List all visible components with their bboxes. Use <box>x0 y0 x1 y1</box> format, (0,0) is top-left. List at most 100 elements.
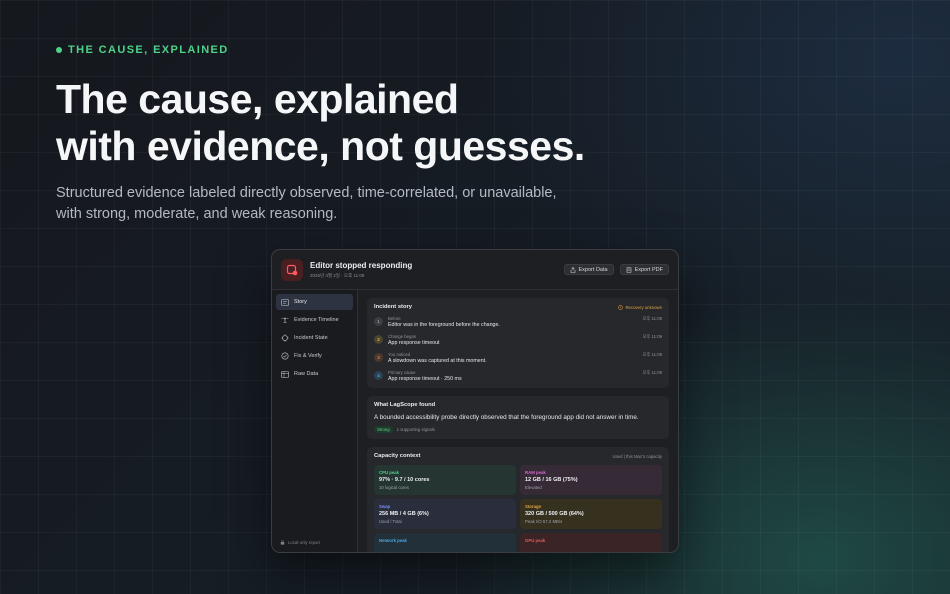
capacity-label: CPU peak <box>379 470 400 475</box>
sidebar-item-label: Fix & Verify <box>294 353 322 359</box>
capacity-label: RAM peak <box>525 470 546 475</box>
warning-icon <box>618 304 624 310</box>
story-row: 4 Primary cause App response timeout · 250… <box>374 370 662 382</box>
capacity-cell: Swap 256 MB / 4 GB (6%) Used / Total <box>374 499 516 529</box>
capacity-note: Used | this Mac's capacity <box>612 453 662 459</box>
subheadline-line-1: Structured evidence labeled directly obs… <box>56 185 557 201</box>
story-time: 오후 11:09 <box>642 352 662 357</box>
headline-line-2: with evidence, not guesses. <box>56 123 585 169</box>
story-stage: Before <box>388 316 401 321</box>
story-icon <box>281 298 289 306</box>
story-stage: You noticed <box>388 352 411 357</box>
sidebar-item-evidence-timeline[interactable]: Evidence Timeline <box>276 312 353 328</box>
findings-title: What LagScope found <box>374 402 436 408</box>
local-only-label: Local-only report <box>288 540 321 545</box>
step-number: 3 <box>374 353 383 362</box>
incident-story-title: Incident story <box>374 304 413 310</box>
sidebar-item-label: Story <box>294 299 307 305</box>
export-data-button[interactable]: Export Data <box>563 264 614 275</box>
story-list: 1 Before Editor was in the foreground befo… <box>374 316 662 382</box>
subheadline-line-2: with strong, moderate, and weak reasonin… <box>56 206 338 222</box>
sidebar-item-fix-verify[interactable]: Fix & Verify <box>276 348 353 364</box>
story-text: You noticed A slowdown was captured at th… <box>388 352 642 364</box>
story-time: 오후 11:09 <box>642 334 662 339</box>
headline-line-1: The cause, explained <box>56 76 459 122</box>
capacity-value: 97% · 9.7 / 10 cores <box>379 477 430 483</box>
sidebar-item-label: Evidence Timeline <box>294 317 339 323</box>
check-icon <box>281 352 289 360</box>
recovery-status: Recovery unknown <box>618 305 662 310</box>
strength-badge: Strong <box>374 426 393 433</box>
capacity-sub: Peak I/O 57.2 MB/s <box>525 519 563 524</box>
sidebar-item-incident-state[interactable]: Incident State <box>276 330 353 346</box>
eyebrow: THE CAUSE, EXPLAINED <box>56 44 229 56</box>
window-title: Editor stopped responding <box>310 260 413 270</box>
capacity-label: Network peak <box>379 538 407 543</box>
incident-story-card: Incident story Recovery unknown 1 Before E… <box>367 298 669 388</box>
story-message: Editor was in the foreground before the … <box>388 322 500 328</box>
story-row: 2 Change began App response timeout 오후 11:0… <box>374 334 662 346</box>
capacity-cell: CPU peak 97% · 9.7 / 10 cores 10 logical c… <box>374 465 516 495</box>
capacity-sub: Used / Total <box>379 519 402 524</box>
story-message: App response timeout · 250 ms <box>388 376 462 382</box>
eyebrow-label: THE CAUSE, EXPLAINED <box>68 44 229 56</box>
story-row: 3 You noticed A slowdown was captured at t… <box>374 352 662 364</box>
main-content: Incident story Recovery unknown 1 Before E… <box>358 290 678 552</box>
sidebar-item-story[interactable]: Story <box>276 294 353 310</box>
sidebar-item-label: Incident State <box>294 335 328 341</box>
state-icon <box>281 334 289 342</box>
capacity-sub: 10 logical cores <box>379 485 409 490</box>
story-row: 1 Before Editor was in the foreground befo… <box>374 316 662 328</box>
subheadline: Structured evidence labeled directly obs… <box>56 183 616 225</box>
app-window: Editor stopped responding 2026년 3월 2일 · … <box>271 249 679 553</box>
share-icon <box>570 266 575 273</box>
story-message: App response timeout <box>388 340 440 346</box>
capacity-cell: RAM peak 12 GB / 16 GB (75%) Elevated <box>520 465 662 495</box>
alert-app-icon <box>286 264 298 275</box>
story-time: 오후 11:09 <box>642 316 662 321</box>
story-text: Before Editor was in the foreground befor… <box>388 316 642 328</box>
signal-count: 1 supporting signals <box>396 427 435 432</box>
lock-icon <box>280 540 285 545</box>
recovery-status-label: Recovery unknown <box>625 304 662 310</box>
capacity-label: GPU peak <box>525 538 546 543</box>
window-date: 2026년 3월 2일 · 오후 11:09 <box>310 272 365 278</box>
story-stage: Change began <box>388 334 417 339</box>
findings-card: What LagScope found A bounded accessibil… <box>367 396 669 439</box>
story-text: Change began App response timeout <box>388 334 642 346</box>
capacity-card: Capacity context Used | this Mac's capac… <box>367 447 669 552</box>
window-title-block: Editor stopped responding 2026년 3월 2일 · … <box>310 261 558 279</box>
story-time: 오후 11:09 <box>642 370 662 375</box>
step-number: 4 <box>374 371 383 380</box>
sidebar-item-raw-data[interactable]: Raw Data <box>276 366 353 382</box>
document-icon <box>626 266 631 273</box>
export-pdf-label: Export PDF <box>634 266 663 273</box>
capacity-cell: Network peak <box>374 533 516 552</box>
window-body: Story Evidence Timeline Incident State F… <box>272 290 678 552</box>
capacity-title: Capacity context <box>374 453 421 459</box>
story-text: Primary cause App response timeout · 250 … <box>388 370 642 382</box>
capacity-cell: GPU peak <box>520 533 662 552</box>
window-header: Editor stopped responding 2026년 3월 2일 · … <box>272 250 678 290</box>
capacity-label: Storage <box>525 504 541 509</box>
status-dot <box>56 47 62 53</box>
story-stage: Primary cause <box>388 370 416 375</box>
capacity-sub: Elevated <box>525 485 542 490</box>
capacity-cell: Storage 320 GB / 500 GB (64%) Peak I/O 57.… <box>520 499 662 529</box>
table-icon <box>281 370 289 378</box>
export-data-label: Export Data <box>578 266 608 273</box>
headline: The cause, explained with evidence, not … <box>56 76 585 170</box>
capacity-value: 320 GB / 500 GB (64%) <box>525 511 584 517</box>
capacity-value: 256 MB / 4 GB (6%) <box>379 511 429 517</box>
capacity-grid: CPU peak 97% · 9.7 / 10 cores 10 logical c… <box>374 465 662 552</box>
capacity-label: Swap <box>379 504 391 509</box>
timeline-icon <box>281 317 289 323</box>
export-pdf-button[interactable]: Export PDF <box>619 264 669 275</box>
capacity-value: 12 GB / 16 GB (75%) <box>525 477 578 483</box>
findings-text: A bounded accessibility probe directly o… <box>374 414 639 421</box>
step-number: 1 <box>374 317 383 326</box>
sidebar: Story Evidence Timeline Incident State F… <box>272 290 358 552</box>
local-only-note: Local-only report <box>280 540 320 545</box>
sidebar-item-label: Raw Data <box>294 371 319 377</box>
app-icon <box>281 258 303 281</box>
